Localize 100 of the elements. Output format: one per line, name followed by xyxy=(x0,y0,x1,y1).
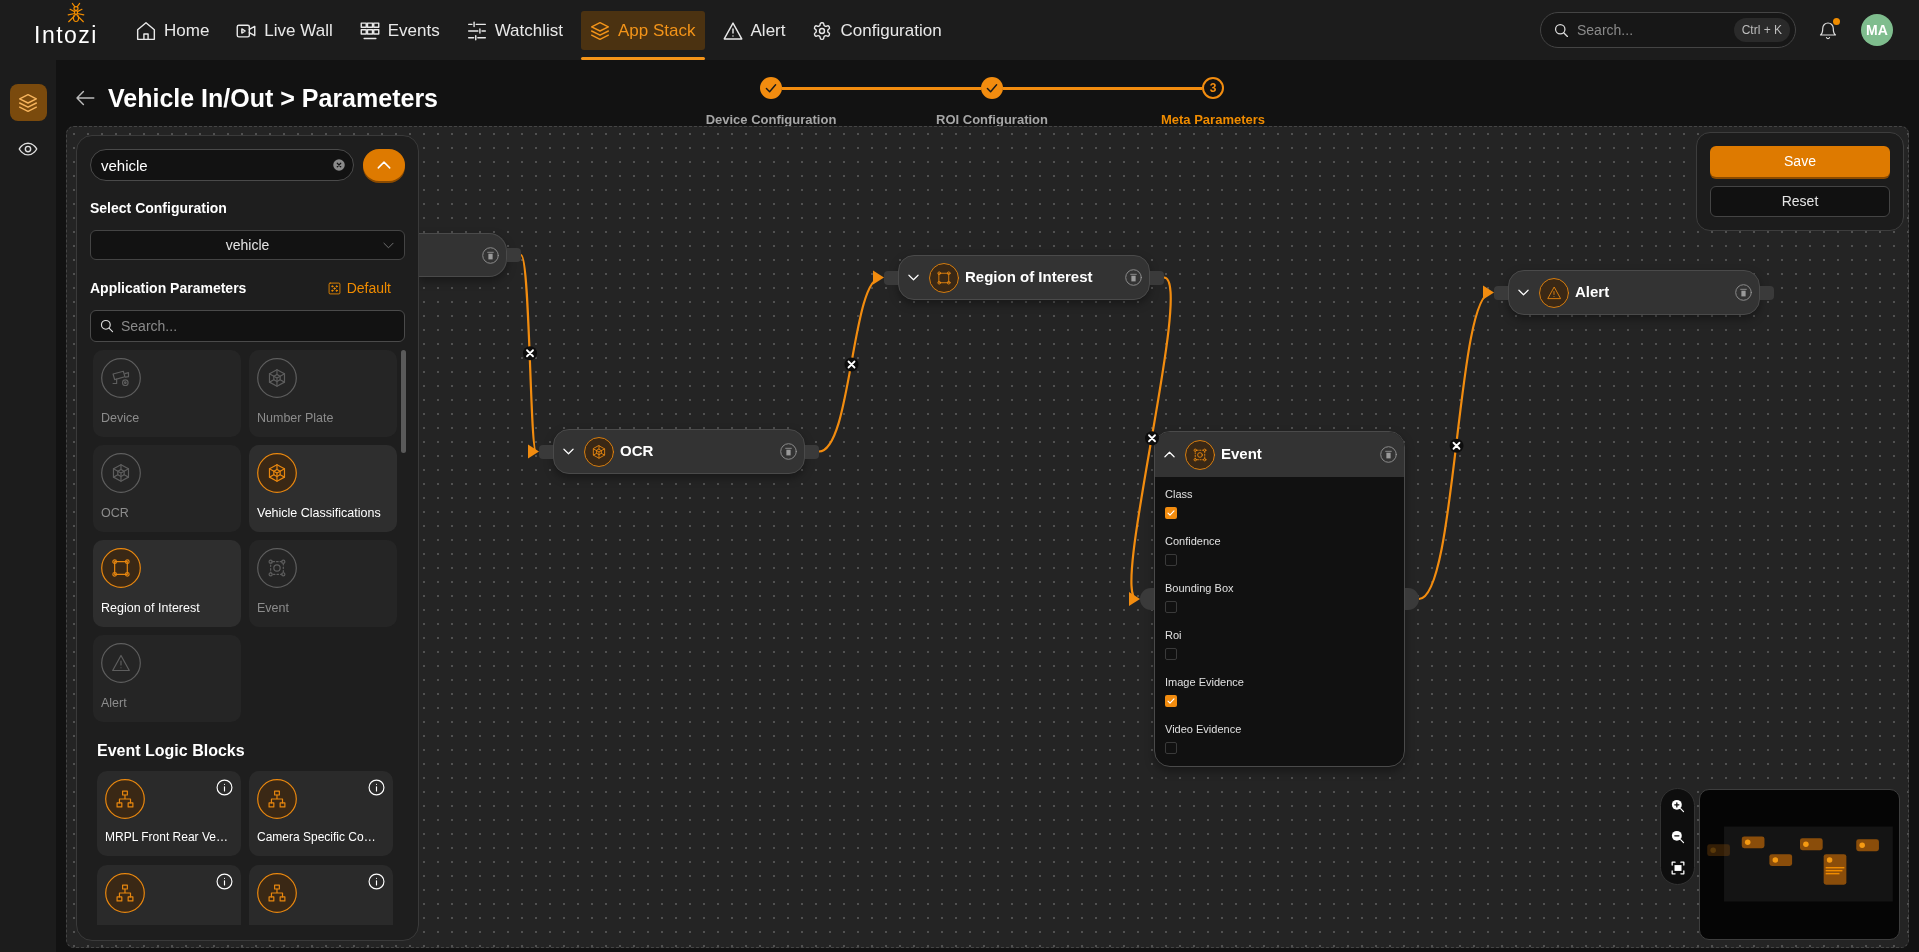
warning-icon xyxy=(101,643,141,683)
node-handle[interactable] xyxy=(1140,588,1154,610)
sitemap-icon xyxy=(257,779,297,819)
node-handle[interactable] xyxy=(539,444,553,459)
node-handle[interactable] xyxy=(1494,285,1508,300)
chevron-down-icon xyxy=(383,242,394,249)
flow-node[interactable]: OCR xyxy=(553,429,805,474)
minimap-node xyxy=(1707,844,1730,857)
flow-node[interactable]: Region of Interest xyxy=(898,255,1150,300)
square-frame-icon xyxy=(929,262,959,293)
flow-node[interactable] xyxy=(419,233,507,277)
checkbox[interactable] xyxy=(1165,554,1177,566)
chevron-down-icon[interactable] xyxy=(908,274,919,281)
node-handle[interactable] xyxy=(1405,588,1419,610)
step-label: Device Configuration xyxy=(705,111,837,129)
flow-node[interactable]: Alert xyxy=(1508,270,1760,315)
zoom-out-icon[interactable] xyxy=(1670,829,1685,844)
collapse-button[interactable] xyxy=(363,149,405,181)
nav-tab[interactable]: App Stack xyxy=(581,11,705,50)
warning-icon xyxy=(1539,277,1569,308)
check-icon xyxy=(1167,697,1175,705)
info-icon[interactable] xyxy=(216,873,233,890)
bell-icon[interactable] xyxy=(1819,20,1837,40)
search-field[interactable]: vehicle xyxy=(90,149,354,181)
back-arrow-icon[interactable] xyxy=(75,90,95,106)
node-title: Event xyxy=(1221,444,1262,465)
node-handle[interactable] xyxy=(805,444,819,459)
layers-icon xyxy=(590,20,610,41)
node-handle[interactable] xyxy=(1760,285,1774,300)
logic-block-tile[interactable] xyxy=(97,865,241,925)
nav-tab[interactable]: Alert xyxy=(713,11,795,50)
tile-label: Alert xyxy=(101,696,128,711)
nav-tab[interactable]: Live Wall xyxy=(227,11,342,50)
fit-view-icon[interactable] xyxy=(1670,860,1685,875)
info-icon[interactable] xyxy=(368,873,385,890)
zoom-in-icon[interactable] xyxy=(1670,798,1685,813)
clear-icon[interactable] xyxy=(333,159,345,171)
dots-frame-icon xyxy=(257,548,297,588)
config-select[interactable]: vehicle xyxy=(90,230,405,260)
flow-node[interactable]: Event Class Confidence Bounding Box Roi Image Evidence Video Evidence xyxy=(1154,431,1405,767)
trash-icon[interactable] xyxy=(1125,269,1142,286)
node-handle[interactable] xyxy=(507,248,521,262)
scrollbar-thumb[interactable] xyxy=(401,350,406,453)
default-button[interactable]: Default xyxy=(327,277,405,299)
search-field[interactable]: Search... xyxy=(90,310,405,342)
nav-tab[interactable]: Home xyxy=(127,11,219,50)
step-label: Meta Parameters xyxy=(1160,111,1266,129)
section-label: Select Configuration xyxy=(90,200,228,217)
settings-icon xyxy=(812,20,833,41)
tile-label: Vehicle Classifications xyxy=(257,506,382,521)
logic-block-tile[interactable] xyxy=(249,865,393,925)
logic-block-tile[interactable]: MRPL Front Rear Ve… xyxy=(97,771,241,856)
network-icon xyxy=(257,358,297,398)
trash-icon[interactable] xyxy=(780,443,797,460)
tile-label: OCR xyxy=(101,506,130,521)
nav-tab[interactable]: Events xyxy=(350,11,449,50)
field-label: Class xyxy=(1165,487,1193,501)
node-title: Region of Interest xyxy=(965,267,1093,288)
chevron-down-icon[interactable] xyxy=(1518,289,1529,296)
logic-block-tile[interactable]: Camera Specific Co… xyxy=(249,771,393,856)
trash-icon[interactable] xyxy=(1735,284,1752,301)
home-icon xyxy=(136,20,156,41)
network-icon xyxy=(257,453,297,493)
nav-tab[interactable]: Configuration xyxy=(803,11,951,50)
trash-icon[interactable] xyxy=(1380,446,1397,463)
chevron-down-icon[interactable] xyxy=(563,448,574,455)
network-icon xyxy=(584,436,614,467)
checkbox[interactable] xyxy=(1165,695,1177,707)
square-frame-icon xyxy=(101,548,141,588)
checkbox[interactable] xyxy=(1165,742,1177,754)
node-handle[interactable] xyxy=(1150,270,1164,285)
sitemap-icon xyxy=(105,779,145,819)
check-icon xyxy=(1167,509,1175,517)
checkbox[interactable] xyxy=(1165,507,1177,519)
step-label: ROI Configuration xyxy=(936,111,1048,129)
field-label: Roi xyxy=(1165,628,1182,642)
parameter-tile[interactable]: Region of Interest xyxy=(93,540,241,627)
reset-button[interactable]: Reset xyxy=(1710,186,1890,217)
checkbox[interactable] xyxy=(1165,601,1177,613)
info-icon[interactable] xyxy=(216,779,233,796)
section-heading: Event Logic Blocks xyxy=(97,742,246,760)
tile-label: Number Plate xyxy=(257,411,335,426)
info-icon[interactable] xyxy=(368,779,385,796)
checkbox[interactable] xyxy=(1165,648,1177,660)
section-heading: Application Parameters xyxy=(90,278,247,298)
rail-button[interactable] xyxy=(9,84,47,121)
chevron-up-icon xyxy=(377,161,391,169)
chevron-up-icon[interactable] xyxy=(1164,451,1175,458)
warning-icon xyxy=(722,20,743,41)
minimap-node xyxy=(1823,854,1847,885)
search-icon xyxy=(100,319,114,333)
camera-gear-icon xyxy=(101,358,141,398)
parameter-tile[interactable]: Vehicle Classifications xyxy=(249,445,397,532)
sliders-icon xyxy=(466,20,487,41)
sitemap-icon xyxy=(257,873,297,913)
minimap-node xyxy=(1800,838,1823,851)
tile-label: Event xyxy=(257,601,290,616)
trash-icon[interactable] xyxy=(482,246,499,264)
nav-tab[interactable]: Watchlist xyxy=(457,11,572,50)
node-handle[interactable] xyxy=(884,270,898,285)
